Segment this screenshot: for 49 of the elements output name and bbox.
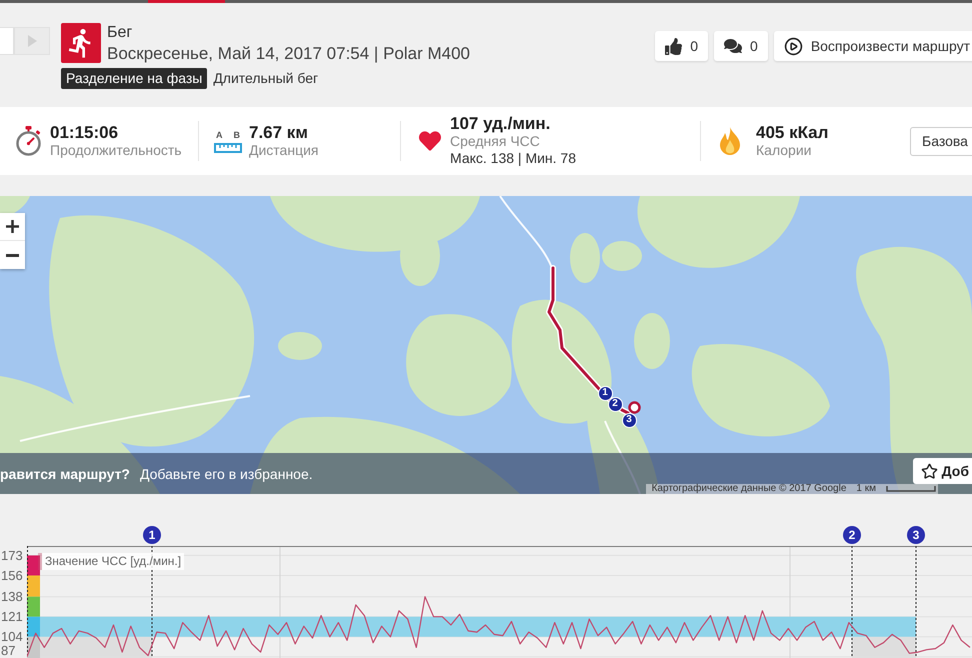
plus-icon — [6, 220, 19, 233]
play-triangle-icon — [28, 35, 36, 47]
stat-label: Средняя ЧСС — [450, 133, 541, 150]
axis-label: 156 — [1, 568, 23, 583]
ruler-icon — [214, 142, 242, 152]
legend-swatch-icon — [38, 553, 42, 570]
point-label: B — [234, 130, 240, 140]
stat-label: Продолжительность — [50, 142, 182, 158]
legend-label: Значение ЧСС [уд./мин.] — [42, 553, 184, 570]
axis-label: 173 — [1, 548, 23, 563]
view-button[interactable]: Базова — [910, 126, 972, 156]
banner-question: равится маршрут? — [0, 465, 130, 483]
phase-type: Длительный бег — [213, 69, 318, 88]
favorite-button[interactable]: Доб — [912, 458, 972, 484]
axis-label: 138 — [1, 589, 23, 604]
lap-marker: 2 — [843, 526, 861, 544]
axis-label: 104 — [1, 629, 23, 644]
replay-button[interactable]: Воспроизвести маршрут — [774, 31, 972, 61]
axis-label: 121 — [1, 609, 23, 624]
flame-icon — [720, 127, 740, 155]
running-person-icon — [61, 23, 101, 63]
stat-label: Дистанция — [249, 142, 318, 158]
like-button[interactable]: 0 — [655, 31, 708, 61]
play-icon — [784, 36, 803, 56]
scale-bar-icon — [886, 486, 936, 492]
stat-value: 405 кКал — [756, 124, 828, 142]
thumbs-up-icon — [665, 38, 682, 54]
stat-value: 7.67 км — [249, 124, 309, 142]
activity-subtitle: Воскресенье, Май 14, 2017 07:54 | Polar M400 — [107, 43, 470, 65]
map-scale-label: 1 км — [856, 484, 876, 494]
phase-tag: Разделение на фазы — [61, 68, 208, 89]
ring-icon — [628, 401, 641, 414]
star-icon — [920, 462, 938, 480]
lap-marker: 3 — [907, 526, 925, 544]
stat-detail: Макс. 138 | Мин. 78 — [450, 150, 576, 167]
lap-marker: 1 — [143, 526, 161, 544]
stat-value: 01:15:06 — [50, 124, 120, 142]
banner-text: Добавьте его в избранное. — [140, 465, 313, 483]
speech-bubbles-icon — [724, 38, 742, 54]
axis-label: 87 — [1, 643, 16, 658]
stopwatch-icon — [15, 126, 42, 156]
comment-button[interactable]: 0 — [714, 31, 768, 61]
heart-icon — [418, 130, 442, 152]
activity-title: Бег — [107, 23, 134, 43]
map-attribution: Картографические данные © 2017 Google — [652, 484, 846, 494]
stat-label: Калории — [756, 142, 812, 158]
minus-icon — [6, 254, 19, 256]
point-label: A — [216, 130, 222, 140]
stat-value: 107 уд./мин. — [450, 115, 552, 133]
